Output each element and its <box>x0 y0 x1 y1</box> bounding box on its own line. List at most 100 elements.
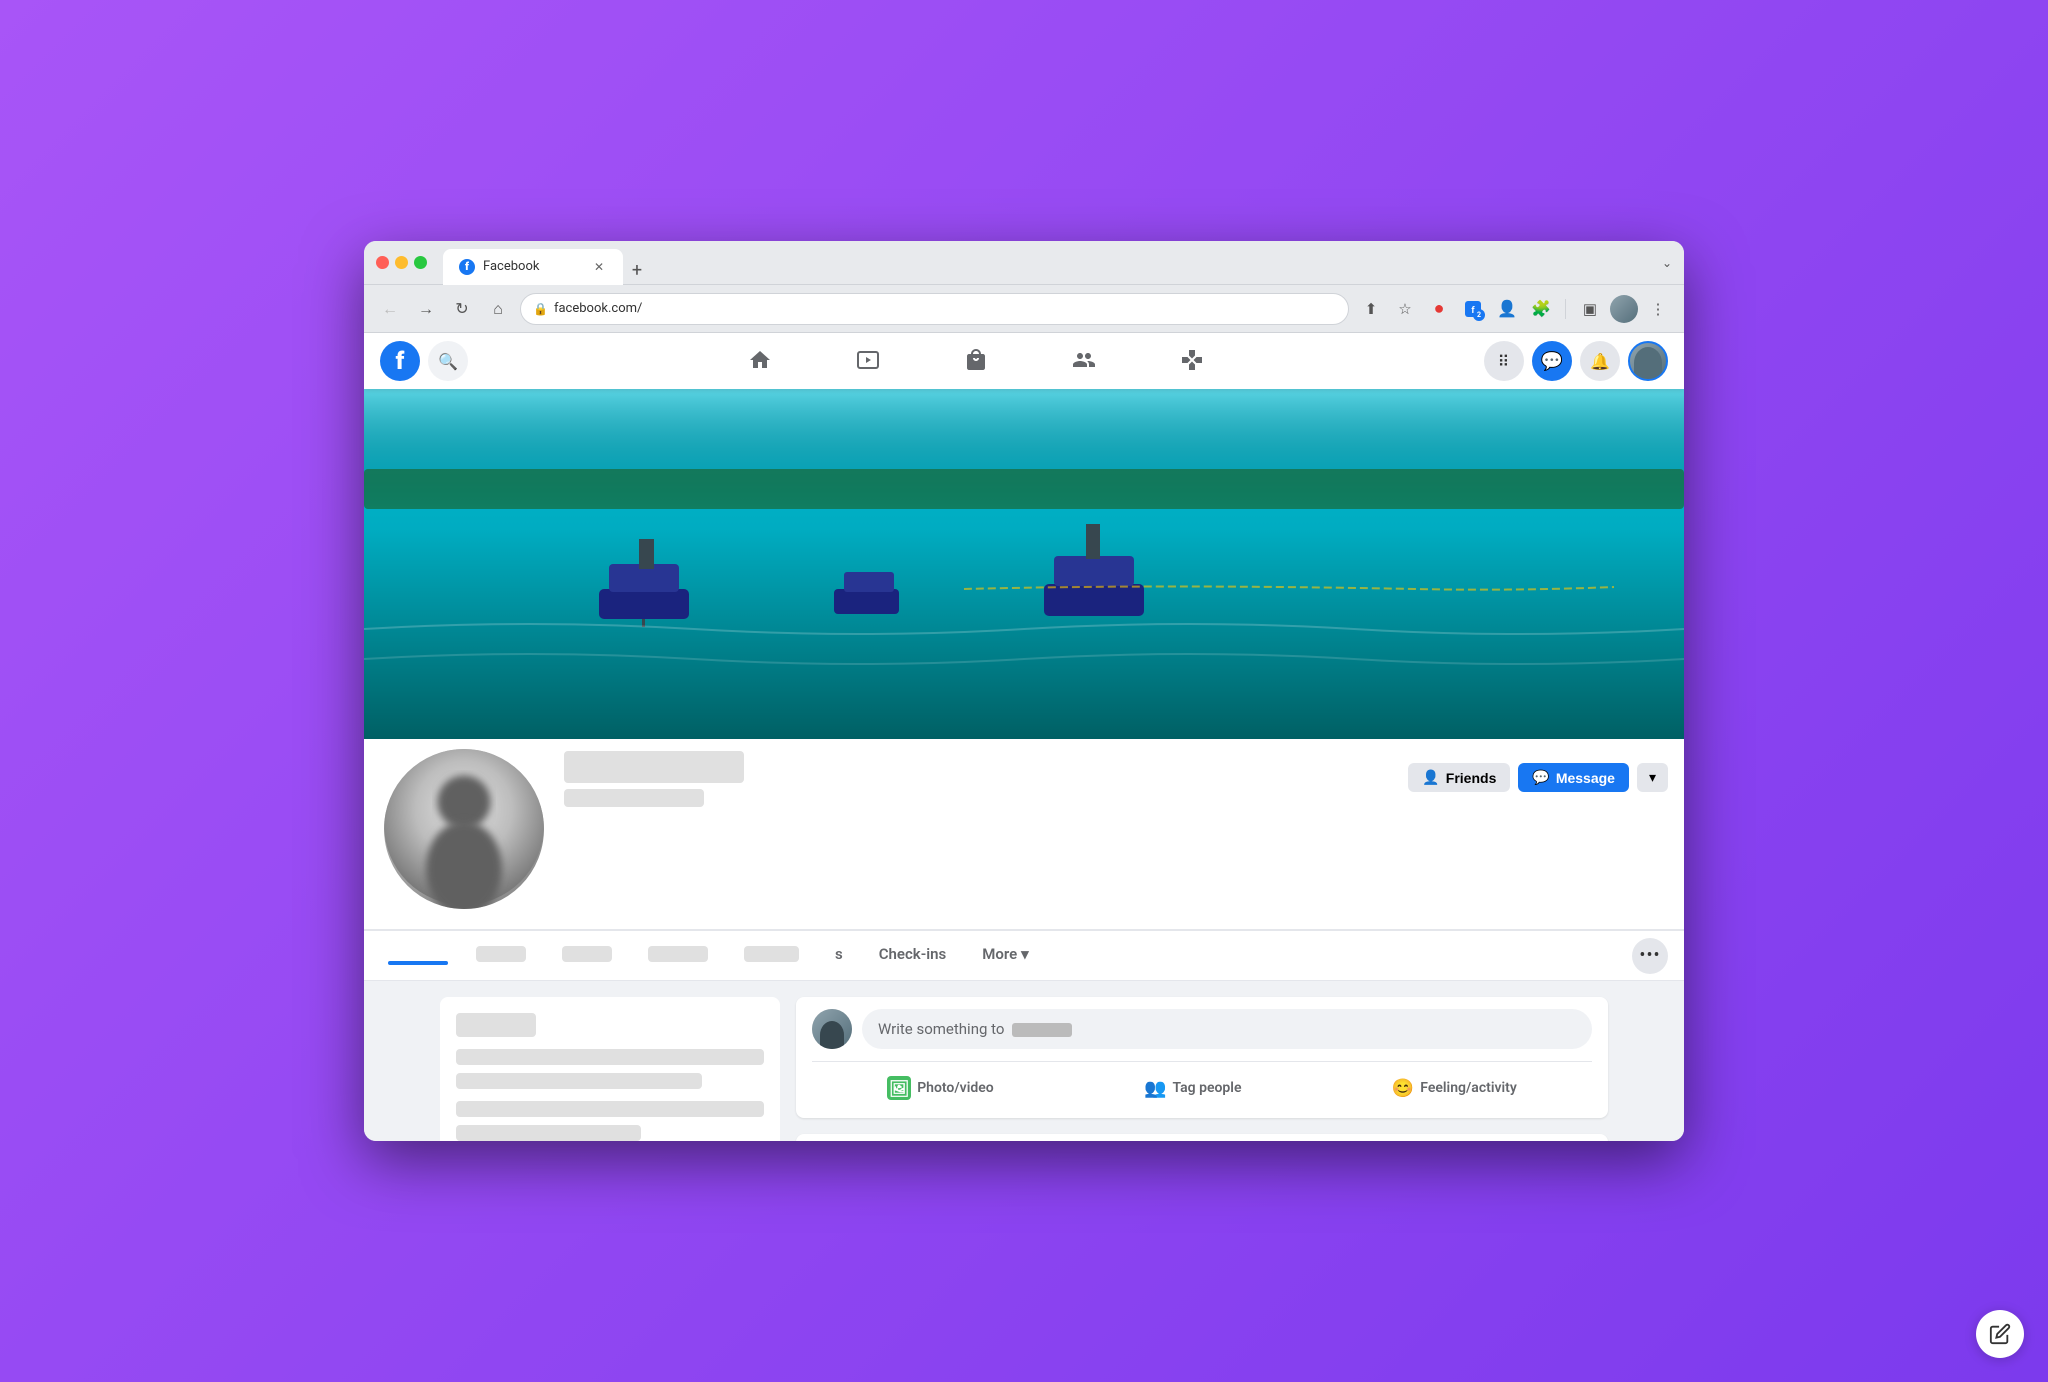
search-button[interactable]: 🔍 <box>428 341 468 381</box>
nav-home[interactable] <box>710 337 810 385</box>
photo-video-button[interactable]: 🖼 Photo/video <box>875 1070 1006 1106</box>
profile-name-area <box>564 751 1408 807</box>
facebook-navbar: f 🔍 <box>364 333 1684 389</box>
separator <box>1565 299 1566 319</box>
friends-button[interactable]: 👤 Friends <box>1408 763 1510 792</box>
profile-info-section: 👤 Friends 💬 Message ▾ <box>364 739 1684 930</box>
messenger-icon: 💬 <box>1532 769 1549 786</box>
nav-watch[interactable] <box>818 337 918 385</box>
profile-actions: 👤 Friends 💬 Message ▾ <box>1408 763 1668 792</box>
nav-apps-button[interactable]: ⠿ <box>1484 341 1524 381</box>
profile-subtext-blurred <box>564 789 704 807</box>
minimize-traffic-light[interactable] <box>395 256 408 269</box>
sidebar-button[interactable]: ▣ <box>1576 295 1604 323</box>
extension-3-button[interactable]: 👤 <box>1493 295 1521 323</box>
forward-button[interactable]: → <box>412 295 440 323</box>
tab-checkins[interactable]: Check-ins <box>863 931 962 980</box>
nav-center <box>468 337 1484 385</box>
sidebar-text-3 <box>456 1101 764 1117</box>
tabs-options-button[interactable]: ••• <box>1632 938 1668 974</box>
post-avatar[interactable] <box>812 1009 852 1049</box>
tab-blurred-about[interactable] <box>546 932 628 979</box>
address-bar-row: ← → ↻ ⌂ 🔒 facebook.com/ ⬆ ☆ ● f 2 <box>364 285 1684 333</box>
bookmark-button[interactable]: ☆ <box>1391 295 1419 323</box>
profile-avatar-container <box>380 745 548 913</box>
tab-close-button[interactable]: ✕ <box>591 259 607 275</box>
browser-actions: ⬆ ☆ ● f 2 👤 🧩 ▣ ⋮ <box>1357 295 1672 323</box>
user-avatar-nav[interactable] <box>1628 341 1668 381</box>
post-avatar-silhouette <box>820 1021 844 1049</box>
tag-people-label: Tag people <box>1173 1080 1242 1096</box>
nav-marketplace[interactable] <box>926 337 1026 385</box>
cover-photo[interactable] <box>364 389 1684 739</box>
traffic-lights <box>376 256 427 269</box>
profile-button[interactable] <box>1610 295 1638 323</box>
extension-badge: 2 <box>1473 309 1485 321</box>
profile-tabs: s Check-ins More ▾ ••• <box>364 930 1684 981</box>
tab-more[interactable]: More ▾ <box>966 931 1044 980</box>
tab-blurred-photos[interactable] <box>728 932 815 979</box>
close-traffic-light[interactable] <box>376 256 389 269</box>
url-text: facebook.com/ <box>554 301 1336 316</box>
extension-1-button[interactable]: ● <box>1425 295 1453 323</box>
cover-section: 👤 Friends 💬 Message ▾ <box>364 389 1684 930</box>
browser-title-bar: f Facebook ✕ + ⌄ <box>364 241 1684 285</box>
feeling-label: Feeling/activity <box>1420 1080 1516 1096</box>
sidebar-text-1 <box>456 1049 764 1065</box>
main-feed: Write something to 🖼 Photo/video 👥 T <box>796 997 1608 1141</box>
tab-title: Facebook <box>483 259 539 274</box>
tag-people-icon: 👥 <box>1144 1078 1166 1099</box>
post-avatar-image <box>812 1009 852 1049</box>
nav-notifications-button[interactable]: 🔔 <box>1580 341 1620 381</box>
more-dropdown-button[interactable]: ▾ <box>1637 763 1668 792</box>
lock-icon: 🔒 <box>533 302 548 316</box>
profile-avatar-large[interactable] <box>380 745 548 913</box>
profile-header-row: 👤 Friends 💬 Message ▾ <box>380 739 1668 913</box>
main-content: Write something to 🖼 Photo/video 👥 T <box>424 981 1624 1141</box>
sidebar-text-2 <box>456 1073 702 1089</box>
nav-messenger-button[interactable]: 💬 <box>1532 341 1572 381</box>
maximize-traffic-light[interactable] <box>414 256 427 269</box>
feeling-icon: 😊 <box>1392 1078 1414 1099</box>
posts-section: Posts ⚙ Filters A friend reacted • Moo u… <box>796 1134 1608 1141</box>
tab-bar: f Facebook ✕ + <box>435 241 1654 285</box>
reload-button[interactable]: ↻ <box>448 295 476 323</box>
menu-button[interactable]: ⋮ <box>1644 295 1672 323</box>
tag-people-button[interactable]: 👥 Tag people <box>1132 1070 1253 1106</box>
post-input-field[interactable]: Write something to <box>862 1009 1592 1049</box>
tab-favicon: f <box>459 259 475 275</box>
facebook-page: f 🔍 <box>364 333 1684 1141</box>
friends-icon: 👤 <box>1422 769 1439 786</box>
tab-blurred-friends[interactable] <box>632 932 724 979</box>
message-button[interactable]: 💬 Message <box>1518 763 1629 792</box>
browser-window: f Facebook ✕ + ⌄ ← → ↻ ⌂ <box>364 241 1684 1141</box>
back-button[interactable]: ← <box>376 295 404 323</box>
post-placeholder: Write something to <box>878 1020 1072 1038</box>
tab-blurred-s[interactable]: s <box>819 931 859 980</box>
address-field[interactable]: 🔒 facebook.com/ <box>520 293 1349 325</box>
tab-dropdown-button[interactable]: ⌄ <box>1662 256 1672 270</box>
sidebar-intro-title <box>456 1013 536 1037</box>
left-sidebar <box>440 997 780 1141</box>
photo-video-label: Photo/video <box>917 1080 994 1096</box>
extension-2-button[interactable]: f 2 <box>1459 295 1487 323</box>
tab-blurred-post[interactable] <box>460 932 542 979</box>
feeling-activity-button[interactable]: 😊 Feeling/activity <box>1380 1070 1529 1106</box>
post-actions-row: 🖼 Photo/video 👥 Tag people 😊 Feeling/act… <box>812 1061 1592 1106</box>
post-box: Write something to 🖼 Photo/video 👥 T <box>796 997 1608 1118</box>
profile-name-blurred <box>564 751 744 783</box>
sidebar-intro <box>440 997 780 1141</box>
nav-gaming[interactable] <box>1142 337 1242 385</box>
facebook-logo[interactable]: f <box>380 341 420 381</box>
photo-icon: 🖼 <box>887 1076 911 1100</box>
post-name-blur <box>1012 1023 1072 1037</box>
extension-4-button[interactable]: 🧩 <box>1527 295 1555 323</box>
new-tab-button[interactable]: + <box>623 257 651 285</box>
active-tab[interactable]: f Facebook ✕ <box>443 249 623 285</box>
nav-friends[interactable] <box>1034 337 1134 385</box>
nav-right: ⠿ 💬 🔔 <box>1484 341 1668 381</box>
sidebar-text-4 <box>456 1125 641 1141</box>
tab-blurred-1[interactable] <box>388 961 448 965</box>
home-button[interactable]: ⌂ <box>484 295 512 323</box>
screenshot-button[interactable]: ⬆ <box>1357 295 1385 323</box>
